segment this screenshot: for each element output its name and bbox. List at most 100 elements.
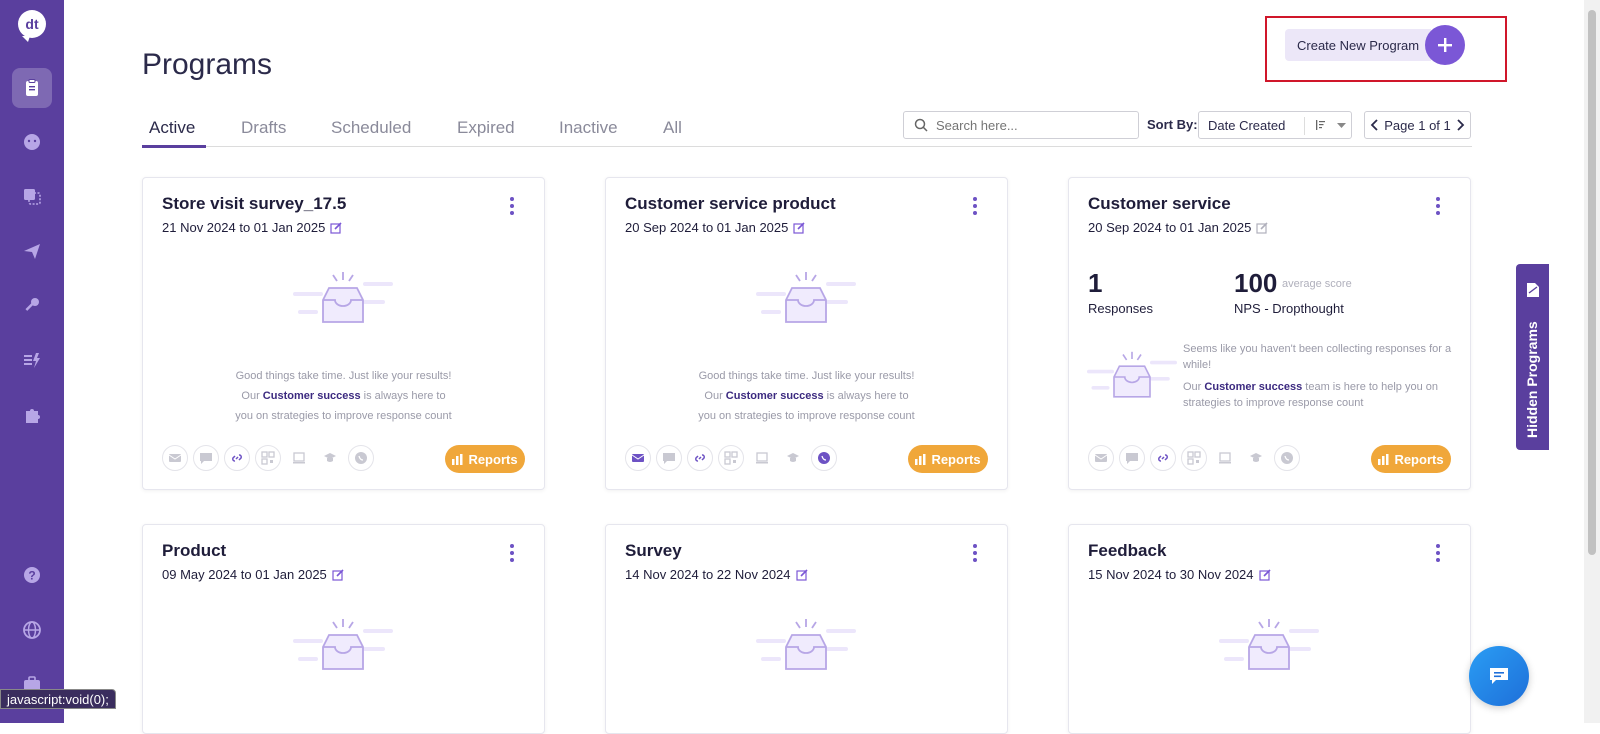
tab-active[interactable]: Active: [149, 118, 195, 138]
empty-inbox-illustration: [293, 619, 393, 670]
more-options-icon[interactable]: [510, 544, 514, 565]
sms-icon[interactable]: [193, 445, 219, 471]
kiosk-icon[interactable]: [749, 445, 775, 471]
link-icon[interactable]: [1150, 445, 1176, 471]
kiosk-icon[interactable]: [286, 445, 312, 471]
sort-by-label: Sort By:: [1147, 117, 1198, 132]
copy-icon[interactable]: [12, 176, 52, 216]
sort-select[interactable]: Date Created: [1198, 111, 1352, 139]
reports-button[interactable]: Reports: [1371, 445, 1451, 473]
link-icon[interactable]: [687, 445, 713, 471]
sort-order-icon[interactable]: [1315, 119, 1327, 131]
search-input[interactable]: [936, 117, 1116, 133]
edit-icon[interactable]: [330, 221, 342, 234]
tab-all[interactable]: All: [663, 118, 682, 138]
svg-text:?: ?: [28, 569, 35, 583]
card-title[interactable]: Customer service: [1088, 194, 1231, 214]
card-date: 09 May 2024 to 01 Jan 2025: [162, 567, 344, 582]
edit-icon[interactable]: [795, 568, 808, 581]
email-icon[interactable]: [1088, 445, 1114, 471]
key-icon[interactable]: [12, 285, 52, 325]
whatsapp-icon[interactable]: [1274, 445, 1300, 471]
empty-inbox-illustration: [293, 272, 393, 323]
help-icon[interactable]: ?: [12, 555, 52, 595]
qr-code-icon[interactable]: [1181, 445, 1207, 471]
mortarboard-icon[interactable]: [317, 445, 343, 471]
responses-count: 1: [1088, 268, 1103, 298]
send-icon[interactable]: [12, 231, 52, 271]
card-title[interactable]: Survey: [625, 541, 682, 561]
sms-icon[interactable]: [1119, 445, 1145, 471]
customer-success-link[interactable]: Customer success: [1204, 381, 1302, 393]
edit-icon[interactable]: [793, 221, 805, 234]
program-card[interactable]: Survey 14 Nov 2024 to 22 Nov 2024: [605, 524, 1008, 734]
card-title[interactable]: Feedback: [1088, 541, 1166, 561]
more-options-icon[interactable]: [510, 197, 514, 218]
clipboard-icon[interactable]: [12, 68, 52, 108]
edit-icon[interactable]: [1256, 221, 1268, 234]
whatsapp-icon[interactable]: [348, 445, 374, 471]
sms-icon[interactable]: [656, 445, 682, 471]
customer-success-link[interactable]: Customer success: [726, 390, 824, 402]
mortarboard-icon[interactable]: [780, 445, 806, 471]
smiley-icon[interactable]: [12, 122, 52, 162]
program-card[interactable]: Customer service 20 Sep 2024 to 01 Jan 2…: [1068, 177, 1471, 490]
chevron-down-icon[interactable]: [1337, 123, 1346, 129]
customer-success-link[interactable]: Customer success: [263, 390, 361, 402]
globe-icon[interactable]: [12, 610, 52, 650]
edit-icon[interactable]: [332, 568, 344, 581]
card-title[interactable]: Customer service product: [625, 194, 836, 214]
chat-button[interactable]: [1469, 646, 1529, 706]
reports-button[interactable]: Reports: [908, 445, 988, 473]
program-card[interactable]: Feedback 15 Nov 2024 to 30 Nov 2024: [1068, 524, 1471, 734]
empty-message-line: you on strategies to improve response co…: [698, 410, 915, 422]
browser-status-bar: javascript:void(0);: [0, 689, 116, 709]
tab-inactive[interactable]: Inactive: [559, 118, 618, 138]
chevron-left-icon[interactable]: [1370, 119, 1380, 131]
page-scrollbar[interactable]: [1584, 0, 1600, 723]
tab-scheduled[interactable]: Scheduled: [331, 118, 411, 138]
kiosk-icon[interactable]: [1212, 445, 1238, 471]
create-new-program-button[interactable]: Create New Program: [1285, 25, 1466, 65]
whatsapp-icon[interactable]: [811, 445, 837, 471]
program-card[interactable]: Store visit survey_17.5 21 Nov 2024 to 0…: [142, 177, 545, 490]
inactivity-note: Seems like you haven't been collecting r…: [1183, 341, 1453, 411]
qr-code-icon[interactable]: [255, 445, 281, 471]
reports-label: Reports: [931, 451, 981, 467]
empty-inbox-illustration: [1087, 351, 1177, 398]
inactivity-note-line: Our Customer success team is here to hel…: [1183, 381, 1438, 409]
program-card[interactable]: Product 09 May 2024 to 01 Jan 2025: [142, 524, 545, 734]
email-icon[interactable]: [625, 445, 651, 471]
more-options-icon[interactable]: [973, 544, 977, 565]
hidden-programs-tab[interactable]: Hidden Programs: [1516, 264, 1549, 450]
create-new-program-label[interactable]: Create New Program: [1285, 29, 1432, 61]
plus-icon[interactable]: [1425, 25, 1466, 65]
scrollbar-thumb[interactable]: [1588, 10, 1596, 555]
more-options-icon[interactable]: [973, 197, 977, 218]
edit-icon[interactable]: [1258, 568, 1271, 581]
qr-code-icon[interactable]: [718, 445, 744, 471]
card-title[interactable]: Store visit survey_17.5: [162, 194, 346, 214]
app-logo[interactable]: dt: [18, 10, 46, 42]
email-icon[interactable]: [162, 445, 188, 471]
mortarboard-icon[interactable]: [1243, 445, 1269, 471]
more-options-icon[interactable]: [1436, 544, 1440, 565]
hidden-programs-label: Hidden Programs: [1524, 321, 1540, 438]
card-title[interactable]: Product: [162, 541, 226, 561]
chevron-right-icon[interactable]: [1455, 119, 1465, 131]
search-box[interactable]: [903, 111, 1139, 139]
flash-list-icon[interactable]: [12, 340, 52, 380]
link-icon[interactable]: [224, 445, 250, 471]
page-title: Programs: [142, 48, 273, 81]
sidebar: dt ?: [0, 0, 64, 723]
empty-message-line: you on strategies to improve response co…: [235, 410, 452, 422]
tab-drafts[interactable]: Drafts: [241, 118, 286, 138]
reports-button[interactable]: Reports: [445, 445, 525, 473]
tab-expired[interactable]: Expired: [457, 118, 515, 138]
inactivity-note-line: Seems like you haven't been collecting r…: [1183, 343, 1452, 371]
more-options-icon[interactable]: [1436, 197, 1440, 218]
program-card[interactable]: Customer service product 20 Sep 2024 to …: [605, 177, 1008, 490]
pagination[interactable]: Page 1 of 1: [1364, 111, 1471, 139]
puzzle-icon[interactable]: [12, 395, 52, 435]
page-label: Page 1 of 1: [1384, 117, 1451, 133]
